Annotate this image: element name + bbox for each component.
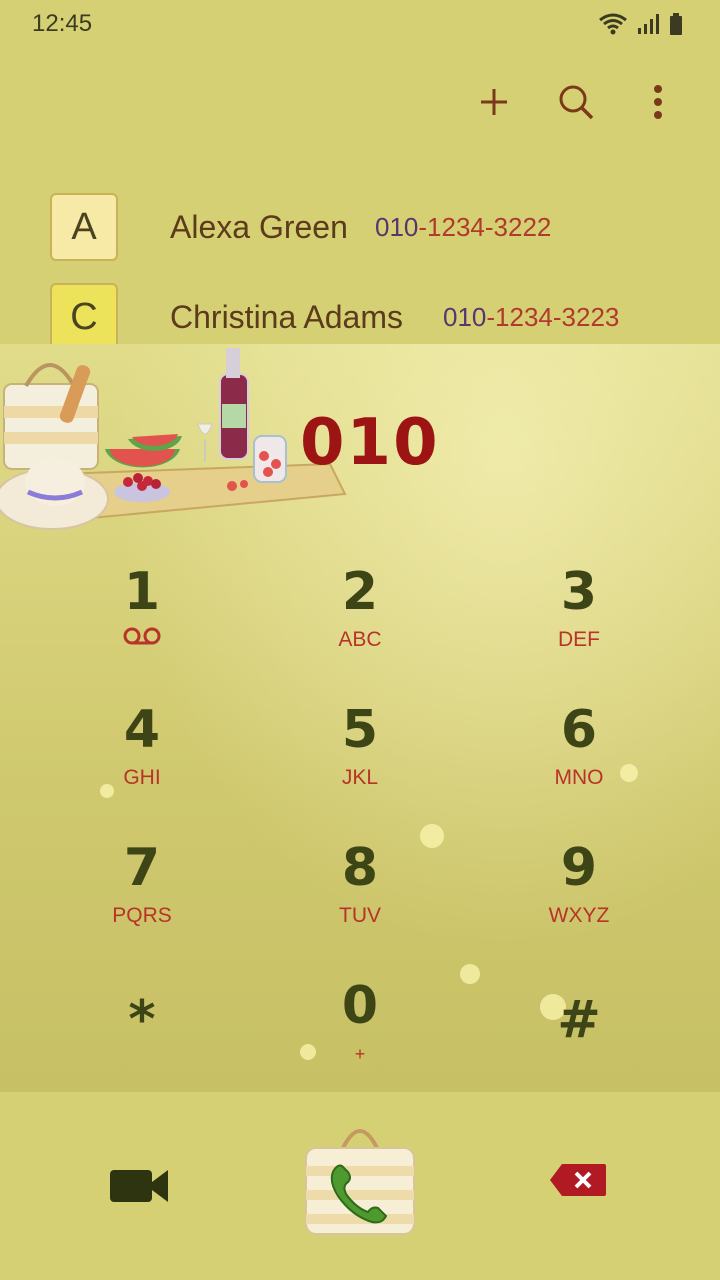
search-button[interactable] xyxy=(554,80,598,124)
contact-number-rest: -1234-3223 xyxy=(486,301,620,332)
video-call-button[interactable] xyxy=(108,1164,172,1213)
key-letters: JKL xyxy=(341,766,379,789)
dial-key-6[interactable]: 6 MNO xyxy=(489,700,669,810)
key-letters: WXYZ xyxy=(548,904,610,927)
key-letters: ABC xyxy=(338,628,382,651)
key-letters: DEF xyxy=(558,628,600,651)
search-icon xyxy=(559,85,594,120)
status-time: 12:45 xyxy=(32,10,93,37)
video-call-icon xyxy=(110,1170,168,1202)
key-letters: PQRS xyxy=(112,904,172,927)
dial-key-4[interactable]: 4 GHI xyxy=(52,700,232,810)
more-vert-icon xyxy=(654,85,662,119)
dial-key-3[interactable]: 3 DEF xyxy=(489,562,669,672)
key-digit: 1 xyxy=(123,562,161,622)
more-options-button[interactable] xyxy=(636,80,680,124)
status-icons xyxy=(598,12,684,36)
contact-initial-badge: C xyxy=(50,283,118,351)
phone-call-icon xyxy=(305,1129,415,1235)
key-letters: MNO xyxy=(554,766,604,789)
dial-key-2[interactable]: 2 ABC xyxy=(270,562,450,672)
dial-key-9[interactable]: 9 WXYZ xyxy=(489,838,669,948)
signal-icon xyxy=(638,14,659,34)
key-letters: TUV xyxy=(339,904,381,927)
dialpad: 010 1 2 ABC 3 DEF 4 GHI 5 JKL 6 MNO 7 PQ… xyxy=(0,344,720,1092)
contact-number-match: 010 xyxy=(443,301,487,332)
key-digit: 7 xyxy=(123,838,161,898)
battery-icon xyxy=(670,13,682,35)
contact-initial-badge: A xyxy=(50,193,118,261)
plus-icon xyxy=(481,89,507,115)
add-contact-button[interactable] xyxy=(472,80,516,124)
bottom-bar xyxy=(0,1092,720,1280)
contact-name: Christina Adams xyxy=(170,298,403,335)
key-letters: + xyxy=(354,1044,366,1064)
dial-key-7[interactable]: 7 PQRS xyxy=(52,838,232,948)
voicemail-icon xyxy=(123,627,161,645)
key-digit: 0 xyxy=(341,976,379,1036)
key-digit: 8 xyxy=(341,838,379,898)
contact-row[interactable]: A Alexa Green 010-1234-3222 xyxy=(0,182,720,272)
contact-number: 010-1234-3223 xyxy=(443,302,619,333)
key-digit: 3 xyxy=(560,562,598,622)
dial-key-star[interactable]: * xyxy=(52,990,232,1092)
top-actions xyxy=(472,80,680,124)
dialed-number: 010 xyxy=(300,406,440,480)
dial-key-0[interactable]: 0 + xyxy=(270,976,450,1086)
key-digit: 2 xyxy=(341,562,379,622)
contact-number-match: 010 xyxy=(375,211,419,242)
wifi-icon xyxy=(599,13,627,35)
key-digit: # xyxy=(557,990,601,1050)
contact-name: Alexa Green xyxy=(170,208,348,245)
dial-key-5[interactable]: 5 JKL xyxy=(270,700,450,810)
key-digit: 4 xyxy=(123,700,161,760)
dial-key-1[interactable]: 1 xyxy=(52,562,232,672)
dial-key-hash[interactable]: # xyxy=(489,990,669,1092)
call-button[interactable] xyxy=(298,1122,422,1247)
backspace-button[interactable] xyxy=(548,1162,608,1203)
key-letters: GHI xyxy=(123,766,161,789)
key-digit: 9 xyxy=(560,838,598,898)
bokeh-light xyxy=(460,964,480,984)
status-bar: 12:45 xyxy=(0,0,720,50)
contact-number-rest: -1234-3222 xyxy=(418,211,552,242)
backspace-icon xyxy=(550,1164,606,1196)
contact-number: 010-1234-3222 xyxy=(375,212,551,243)
dial-key-8[interactable]: 8 TUV xyxy=(270,838,450,948)
key-digit: 6 xyxy=(560,700,598,760)
key-digit: 5 xyxy=(341,700,379,760)
key-digit: * xyxy=(128,990,156,1050)
